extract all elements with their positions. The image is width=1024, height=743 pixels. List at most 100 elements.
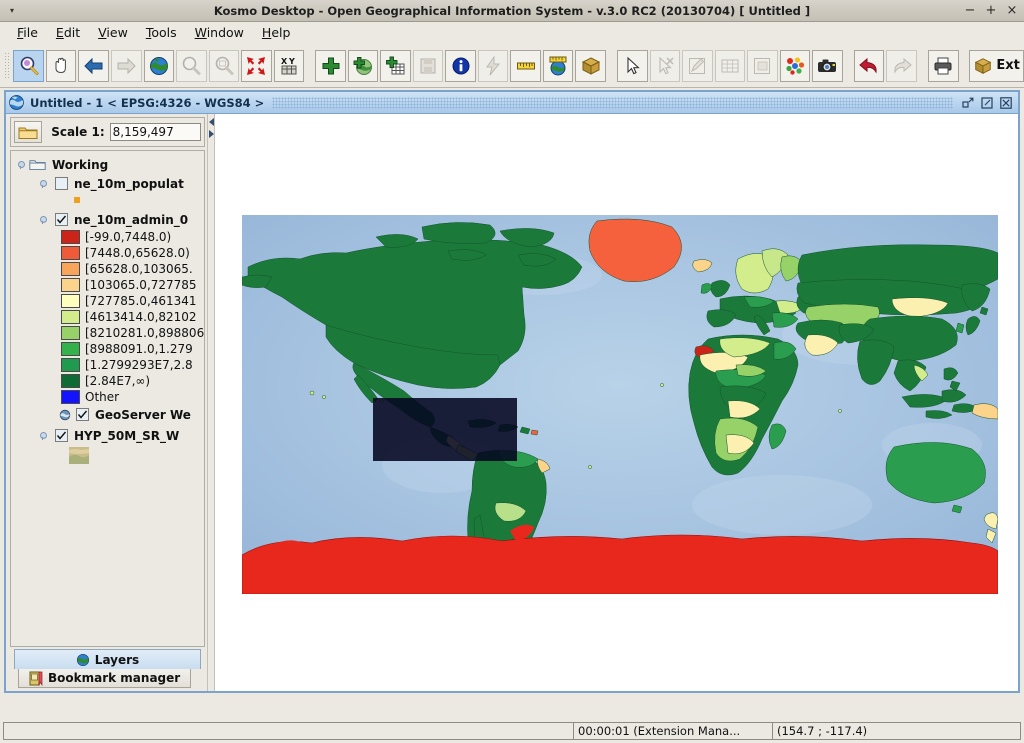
save-layer-icon [412,49,444,82]
map-canvas[interactable] [215,114,1018,691]
edit-geometry-icon [682,49,713,82]
legend-label: Other [85,390,120,404]
legend-item-1-7: [8988091.0,1.279 [11,341,204,357]
legend-item-3-0 [11,445,204,465]
tree-node-layer-1[interactable]: ne_10m_admin_0 [11,210,204,229]
symbology-icon[interactable] [779,49,811,82]
legend-label: [727785.0,461341 [85,294,197,308]
menu-tools[interactable]: Tools [137,23,186,42]
map-frame-restore-button[interactable] [961,96,975,110]
menubar: File Edit View Tools Window Help [0,22,1024,44]
back-arrow-icon[interactable] [78,49,109,82]
legend-label: [103065.0,727785 [85,278,197,292]
svg-text:X: X [281,57,288,66]
window-title: Kosmo Desktop - Open Geographical Inform… [213,3,811,18]
expand-handle-working[interactable] [16,160,25,169]
menu-edit[interactable]: Edit [47,23,89,42]
layer-checkbox-0[interactable] [55,177,68,190]
map-frame-maximize-button[interactable] [980,96,994,110]
minimize-button[interactable]: − [964,4,976,18]
expand-handle-layer-1[interactable] [38,215,47,224]
layer-legend-1: [-99.0,7448.0) [7448.0,65628.0) [65628.0,1… [11,229,204,405]
maximize-button[interactable]: + [985,4,997,18]
menu-help[interactable]: Help [253,23,300,42]
tree-node-layer-0[interactable]: ne_10m_populat [11,174,204,193]
map-frame-title: Untitled - 1 < EPSG:4326 - WGS84 > [30,95,265,110]
toolbar-grip[interactable] [4,51,11,80]
menu-edit-label: dit [63,25,81,40]
expand-handle-layer-0[interactable] [38,179,47,188]
add-wms-layer-icon[interactable] [347,49,379,82]
panel-tabs: Layers Bookmark manager [10,649,205,691]
status-timer[interactable]: 00:00:01 (Extension Mana... [574,722,773,740]
goto-xy-icon[interactable]: X Y [273,49,305,82]
select-pointer-icon[interactable] [617,49,648,82]
close-button[interactable]: × [1006,4,1018,18]
zoom-to-selection-icon[interactable] [241,49,272,82]
legend-swatch-icon [61,246,80,260]
undo-icon[interactable] [853,49,885,82]
copy-layer-icon [747,49,778,82]
print-icon[interactable] [928,49,959,82]
legend-swatch-icon [61,342,80,356]
zoom-full-extent-globe-icon[interactable] [143,49,175,82]
main-toolbar: X Y Ext [0,44,1024,88]
snapshot-camera-icon[interactable] [812,49,843,82]
open-project-button[interactable] [14,121,43,143]
tree-node-layer-2[interactable]: GeoServer We [11,405,204,424]
scale-toolbar: Scale 1: [10,117,205,147]
add-layer-icon[interactable] [315,49,346,82]
add-table-layer-icon[interactable] [380,49,411,82]
pan-hand-icon[interactable] [45,49,77,82]
measure-distance-icon[interactable] [510,49,541,82]
panel-splitter[interactable] [207,114,215,691]
tree-label-layer-2: GeoServer We [95,407,191,422]
splitter-collapse-left-icon[interactable] [209,118,214,126]
package-3d-icon[interactable] [575,49,606,82]
layers-panel: Scale 1: Workin [6,114,207,691]
forward-arrow-icon [110,49,142,82]
menu-file[interactable]: File [8,23,47,42]
status-coordinates: (154.7 ; -117.4) [773,722,1021,740]
menu-tools-label: ools [151,25,177,40]
tree-node-working[interactable]: Working [11,155,204,174]
window-menu-icon[interactable]: ▾ [4,3,20,19]
tab-layers[interactable]: Layers [14,649,201,669]
layer-checkbox-1[interactable] [55,213,68,226]
legend-swatch-icon [61,278,80,292]
tree-label-layer-3: HYP_50M_SR_W [74,428,180,443]
svg-text:Y: Y [288,57,295,66]
globe-icon [9,95,24,110]
window-controls: − + × [964,4,1018,18]
menu-window[interactable]: Window [186,23,253,42]
legend-item-1-5: [4613414.0,82102 [11,309,204,325]
legend-item-1-9: [2.84E7,∞) [11,373,204,389]
map-frame-drag-area[interactable] [272,96,953,109]
point-symbol-icon [74,197,80,203]
zoom-in-tool-icon[interactable] [13,49,44,82]
layer-checkbox-3[interactable] [55,429,68,442]
layer-checkbox-2[interactable] [76,408,89,421]
tab-layers-label: Layers [94,652,140,667]
tree-node-layer-3[interactable]: HYP_50M_SR_W [11,426,204,445]
redo-icon [886,49,917,82]
legend-label: [2.84E7,∞) [85,374,151,388]
world-map-image[interactable] [242,215,998,594]
expand-handle-layer-3[interactable] [38,431,47,440]
tab-bookmark-manager[interactable]: Bookmark manager [18,668,192,688]
check-icon [56,431,67,440]
menu-view[interactable]: View [89,23,137,42]
extensions-button[interactable]: Ext [968,49,1024,82]
tree-label-working: Working [52,157,109,172]
scale-input[interactable] [109,123,201,141]
map-frame-titlebar: Untitled - 1 < EPSG:4326 - WGS84 > [6,92,1018,114]
info-tool-icon[interactable] [445,49,476,82]
legend-swatch-icon [61,262,80,276]
measure-geodesic-icon[interactable] [542,49,574,82]
legend-swatch-icon [61,390,80,404]
zoom-out-icon [176,49,207,82]
map-frame-close-button[interactable] [999,96,1013,110]
legend-swatch-icon [61,310,80,324]
zoom-selected-icon [208,49,240,82]
splitter-collapse-right-icon[interactable] [209,130,214,138]
